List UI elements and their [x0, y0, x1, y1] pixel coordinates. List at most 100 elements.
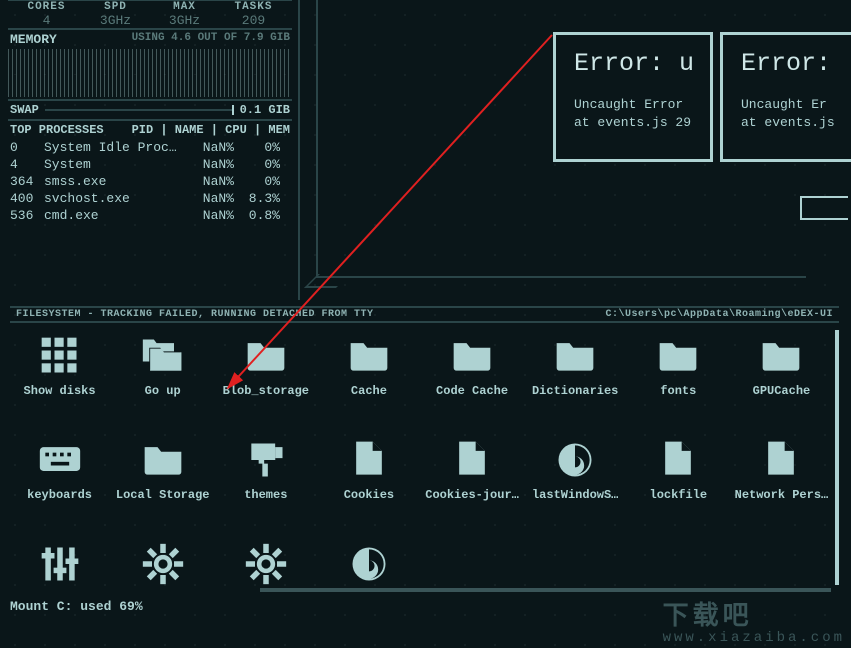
sliders-icon: [36, 542, 84, 586]
processes-cols: PID | NAME | CPU | MEM: [132, 123, 290, 137]
error-title: Error: u: [574, 49, 692, 78]
filesystem-status: FILESYSTEM - TRACKING FAILED, RUNNING DE…: [16, 309, 374, 320]
spd-value: 3GHz: [81, 13, 150, 28]
file-label: Go up: [145, 384, 181, 398]
process-row[interactable]: 0System Idle Proc…NaN%0%: [8, 139, 292, 156]
max-value: 3GHz: [150, 13, 219, 28]
memory-header: MEMORY USING 4.6 OUT OF 7.9 GIB: [8, 28, 292, 47]
file-label: Local Storage: [116, 488, 210, 502]
file-item[interactable]: Go up: [113, 328, 212, 428]
folders-icon: [139, 334, 187, 378]
cpu-stats-row: CORES4 SPD3GHz MAX3GHz TASKS209: [8, 0, 292, 28]
error-body-line2: at events.js 29: [574, 114, 692, 132]
swap-row: SWAP 0.1 GIB: [8, 99, 292, 119]
error-title: Error:: [741, 49, 851, 78]
tasks-value: 209: [219, 13, 288, 28]
process-row[interactable]: 364smss.exeNaN%0%: [8, 173, 292, 190]
horizontal-scrollbar[interactable]: [260, 588, 831, 592]
cores-value: 4: [12, 13, 81, 28]
watermark-cn: 下载吧: [663, 604, 845, 630]
file-item[interactable]: fonts: [629, 328, 728, 428]
folder-icon: [551, 334, 599, 378]
file-label: Cookies-jour…: [425, 488, 519, 502]
cores-label: CORES: [12, 1, 81, 13]
file-item[interactable]: [10, 536, 109, 596]
swirl-icon: [345, 542, 393, 586]
file-item[interactable]: Dictionaries: [526, 328, 625, 428]
process-row[interactable]: 536cmd.exeNaN%0.8%: [8, 207, 292, 224]
process-row[interactable]: 4SystemNaN%0%: [8, 156, 292, 173]
file-label: GPUCache: [753, 384, 811, 398]
file-item[interactable]: [216, 536, 315, 596]
grid-icon: [36, 334, 84, 378]
file-icon: [654, 438, 702, 482]
file-label: fonts: [660, 384, 696, 398]
file-label: Code Cache: [436, 384, 508, 398]
file-item[interactable]: Local Storage: [113, 432, 212, 532]
process-list: 0System Idle Proc…NaN%0%4SystemNaN%0%364…: [8, 139, 292, 224]
error-body-line1: Uncaught Error: [574, 96, 692, 114]
file-item[interactable]: Network Pers…: [732, 432, 831, 532]
watermark: 下载吧 www.xiazaiba.com: [663, 604, 845, 646]
gear-icon: [242, 542, 290, 586]
swap-bar: [45, 109, 234, 111]
file-label: Cookies: [344, 488, 394, 502]
file-item[interactable]: [319, 536, 418, 596]
file-item[interactable]: themes: [216, 432, 315, 532]
file-label: themes: [244, 488, 287, 502]
file-item[interactable]: keyboards: [10, 432, 109, 532]
filesystem-path: C:\Users\pc\AppData\Roaming\eDEX-UI: [605, 309, 833, 320]
file-item[interactable]: Cookies-jour…: [423, 432, 522, 532]
file-icon: [757, 438, 805, 482]
folder-icon: [345, 334, 393, 378]
folder-icon: [448, 334, 496, 378]
file-item[interactable]: lockfile: [629, 432, 728, 532]
folder-icon: [757, 334, 805, 378]
file-label: keyboards: [27, 488, 92, 502]
error-dialog-2[interactable]: Error: Uncaught Er at events.js: [720, 32, 851, 162]
swap-label: SWAP: [10, 103, 39, 117]
max-label: MAX: [150, 1, 219, 13]
mount-status: Mount C: used 69%: [10, 599, 143, 614]
memory-visualization: [8, 49, 292, 97]
file-item[interactable]: Blob_storage: [216, 328, 315, 428]
memory-usage: USING 4.6 OUT OF 7.9 GIB: [132, 32, 290, 47]
file-item[interactable]: [113, 536, 212, 596]
file-item[interactable]: Cache: [319, 328, 418, 428]
file-item[interactable]: GPUCache: [732, 328, 831, 428]
swap-value: 0.1 GIB: [240, 103, 290, 117]
error-body-line1: Uncaught Er: [741, 96, 851, 114]
file-icon: [345, 438, 393, 482]
spd-label: SPD: [81, 1, 150, 13]
folder-icon: [242, 334, 290, 378]
error-ok-button[interactable]: [800, 196, 848, 220]
file-item[interactable]: lastWindowS…: [526, 432, 625, 532]
error-body-line2: at events.js: [741, 114, 851, 132]
folder-icon: [139, 438, 187, 482]
error-dialog-1[interactable]: Error: u Uncaught Error at events.js 29: [553, 32, 713, 162]
system-stats-panel: CORES4 SPD3GHz MAX3GHz TASKS209 MEMORY U…: [8, 0, 300, 300]
folder-icon: [654, 334, 702, 378]
file-label: Blob_storage: [223, 384, 309, 398]
file-item[interactable]: Cookies: [319, 432, 418, 532]
file-label: Show disks: [24, 384, 96, 398]
file-grid: Show disks Go up Blob_storage Cache Code Cac…: [10, 328, 831, 596]
process-row[interactable]: 400svchost.exeNaN%8.3%: [8, 190, 292, 207]
vertical-scrollbar[interactable]: [835, 330, 839, 585]
memory-label: MEMORY: [10, 32, 57, 47]
file-item[interactable]: Show disks: [10, 328, 109, 428]
file-item[interactable]: Code Cache: [423, 328, 522, 428]
processes-label: TOP PROCESSES: [10, 123, 104, 137]
file-label: Dictionaries: [532, 384, 618, 398]
file-label: lastWindowS…: [532, 488, 618, 502]
watermark-url: www.xiazaiba.com: [663, 630, 845, 646]
paint-icon: [242, 438, 290, 482]
gear-icon: [139, 542, 187, 586]
tasks-label: TASKS: [219, 1, 288, 13]
file-label: Cache: [351, 384, 387, 398]
processes-header: TOP PROCESSES PID | NAME | CPU | MEM: [8, 119, 292, 139]
file-label: Network Pers…: [735, 488, 829, 502]
file-label: lockfile: [650, 488, 708, 502]
file-icon: [448, 438, 496, 482]
swirl-icon: [551, 438, 599, 482]
